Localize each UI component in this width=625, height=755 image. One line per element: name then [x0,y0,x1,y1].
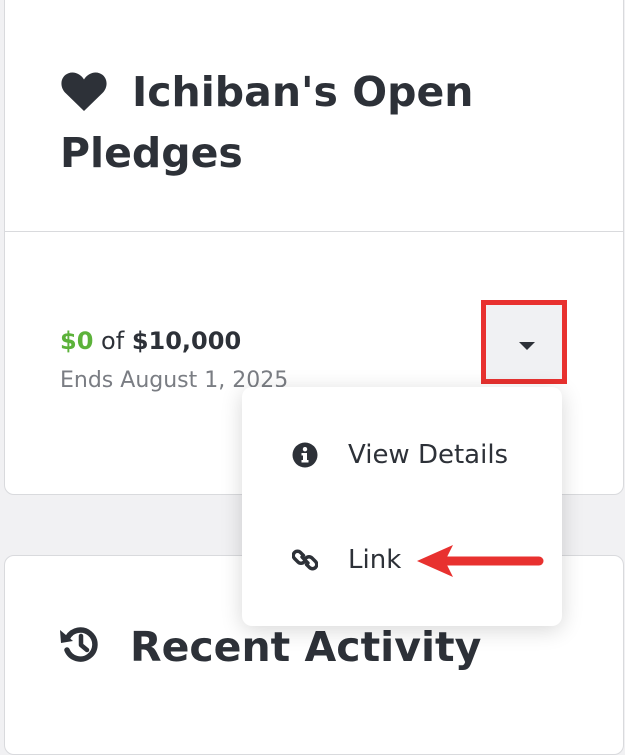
pledge-options-menu: View Details Link [242,387,562,626]
pledge-amount: $0 of $10,000 [60,325,241,357]
recent-activity-title: Recent Activity [130,623,482,671]
open-pledges-title: Ichiban's Open Pledges [60,68,474,177]
menu-item-view-details[interactable]: View Details [242,415,562,495]
link-icon [292,549,318,571]
pledge-of-word: of [101,327,125,355]
info-circle-icon [292,442,318,468]
history-icon [60,627,98,662]
caret-down-icon [519,342,535,350]
annotation-arrow [417,545,544,577]
pledge-options-dropdown-button[interactable] [481,300,567,384]
pledge-raised-amount: $0 [60,327,94,355]
menu-item-label: View Details [348,440,509,470]
pledge-goal-amount: $10,000 [131,327,242,355]
menu-item-label: Link [348,545,402,575]
